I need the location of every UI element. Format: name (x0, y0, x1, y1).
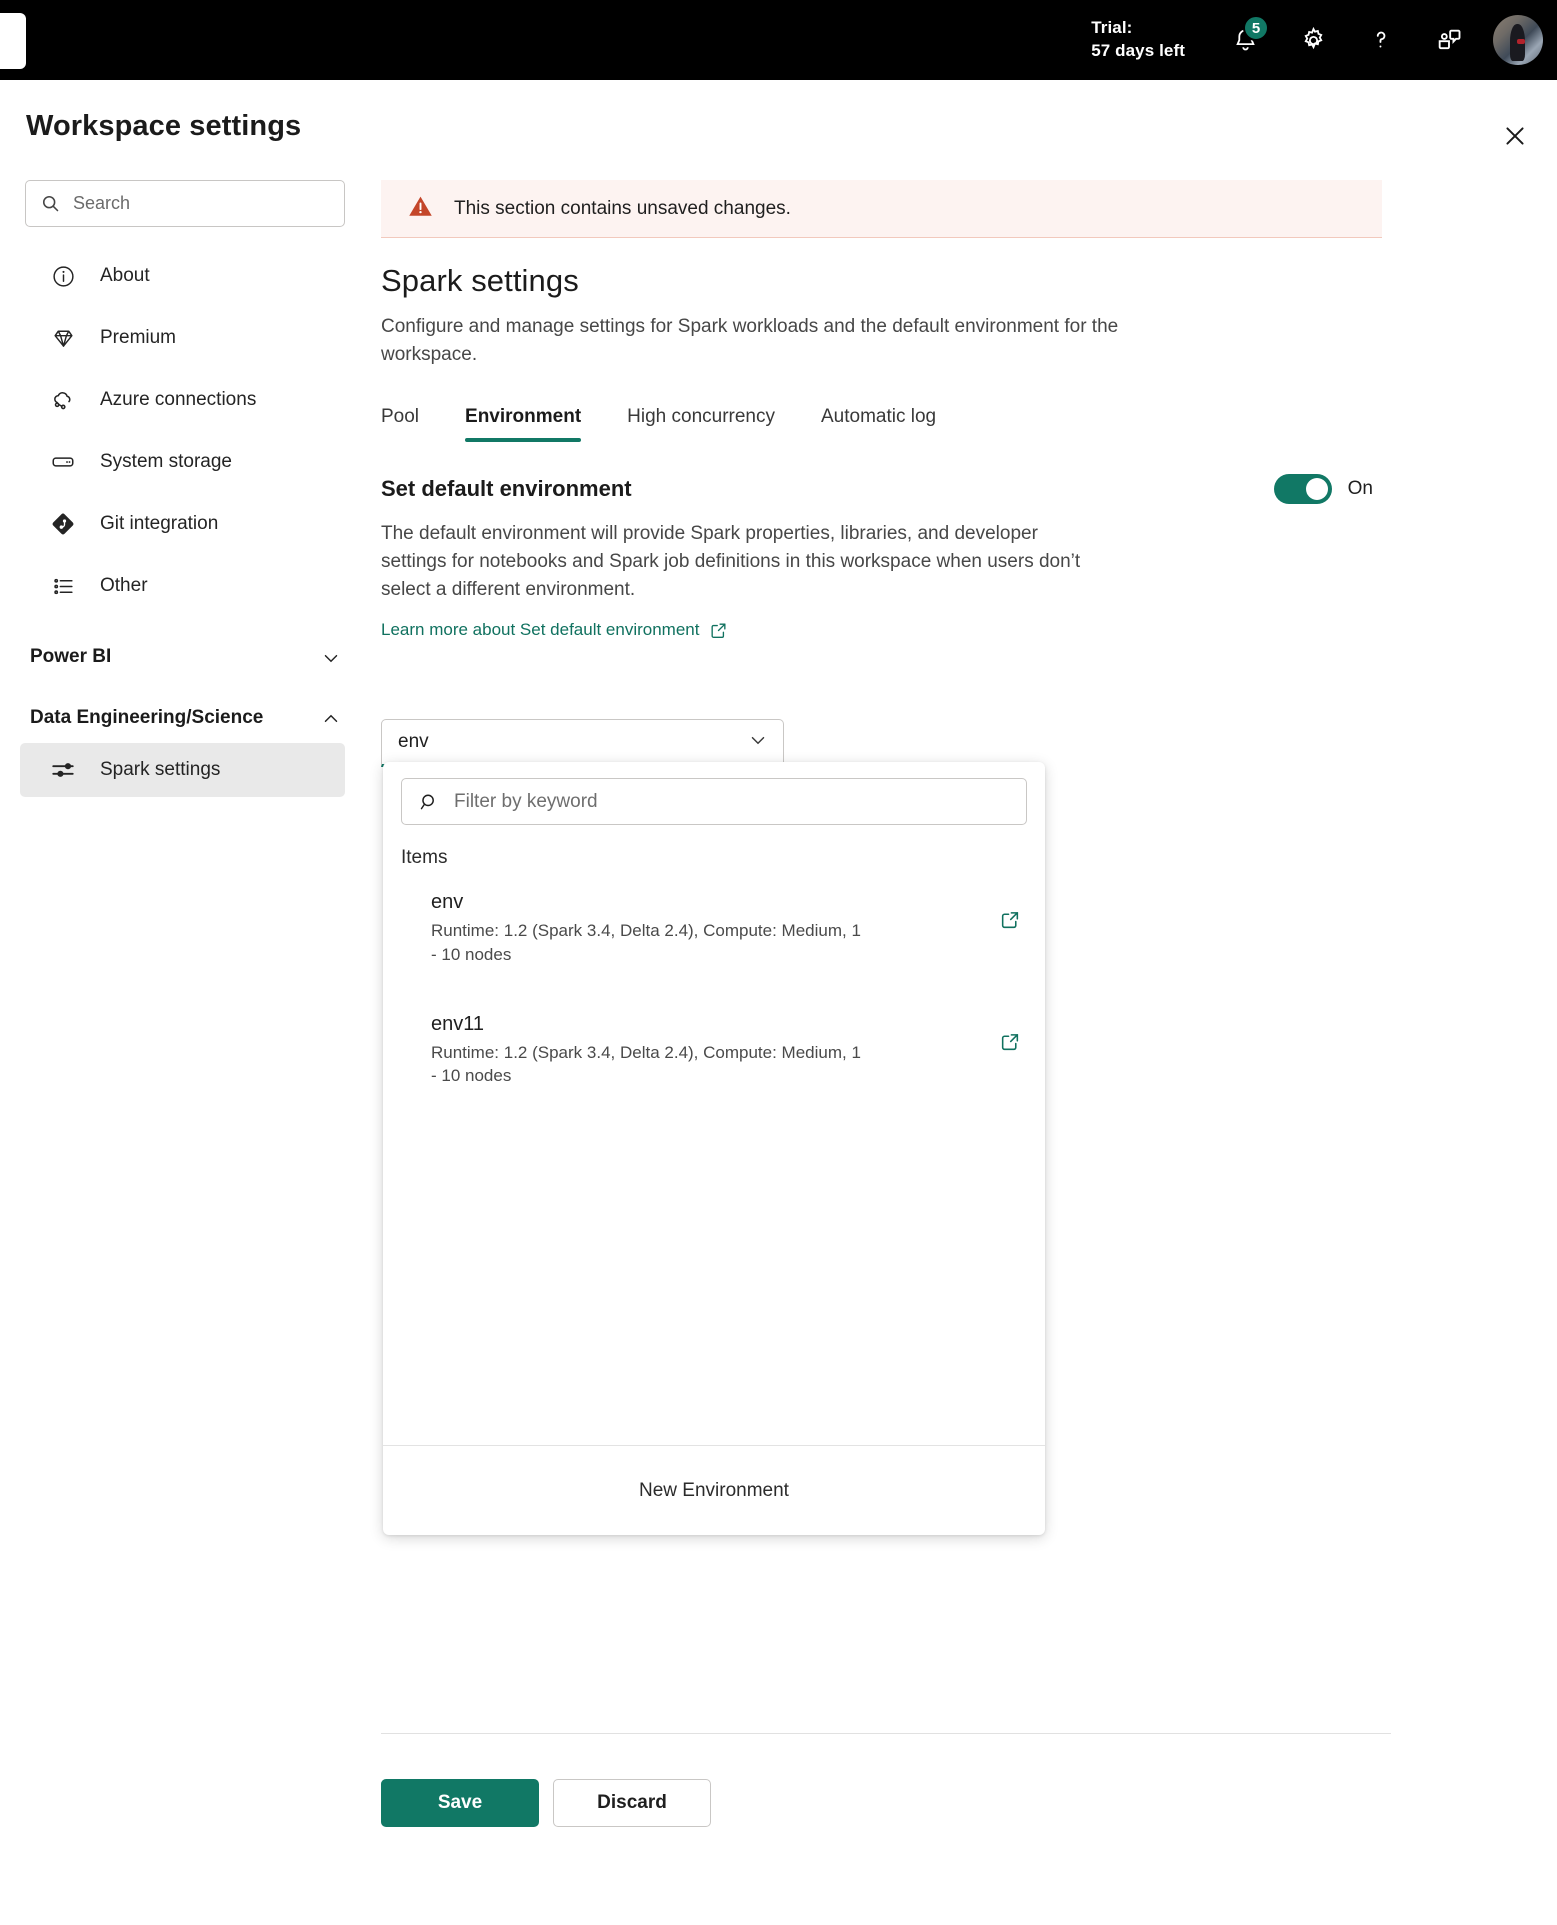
sidebar-item-premium[interactable]: Premium (20, 311, 345, 365)
trial-days-left: 57 days left (1091, 41, 1185, 60)
external-link-icon (709, 621, 728, 640)
sliders-icon (48, 757, 78, 783)
storage-icon (48, 449, 78, 475)
settings-main-panel: This section contains unsaved changes. S… (381, 180, 1391, 640)
tab-pool[interactable]: Pool (381, 406, 419, 442)
section-description: Configure and manage settings for Spark … (381, 316, 1119, 365)
combobox-value: env (398, 731, 429, 752)
app-launcher-notch (0, 13, 26, 69)
learn-more-label: Learn more about Set default environment (381, 620, 700, 640)
warning-triangle-icon (407, 193, 434, 225)
sidebar-group-power-bi[interactable]: Power BI (0, 643, 370, 674)
chevron-down-icon (747, 729, 769, 756)
list-item-name: env (431, 891, 464, 913)
learn-more-link[interactable]: Learn more about Set default environment (381, 620, 728, 640)
sidebar-item-label: About (100, 265, 150, 286)
dropdown-item-list: env Runtime: 1.2 (Spark 3.4, Delta 2.4),… (383, 869, 1045, 1445)
list-item-meta: Runtime: 1.2 (Spark 3.4, Delta 2.4), Com… (431, 921, 861, 964)
settings-button[interactable] (1287, 14, 1339, 66)
sidebar-item-about[interactable]: About (20, 249, 345, 303)
settings-tabs: Pool Environment High concurrency Automa… (381, 406, 1391, 443)
toggle-knob (1305, 478, 1328, 501)
sidebar-item-git-integration[interactable]: Git integration (20, 497, 345, 551)
setting-description: The default environment will provide Spa… (381, 523, 1081, 601)
environment-combobox[interactable]: env (381, 719, 784, 767)
set-default-environment-row: Set default environment On (381, 474, 1391, 505)
trial-status: Trial: 57 days left (1091, 17, 1185, 63)
info-circle-icon (48, 264, 78, 289)
gear-icon (1303, 26, 1323, 49)
sidebar-group-label: Power BI (30, 646, 112, 667)
set-default-environment-toggle[interactable]: On (1273, 474, 1373, 505)
help-button[interactable] (1355, 14, 1407, 66)
sidebar-item-label: Git integration (100, 513, 219, 534)
toggle-state-label: On (1347, 478, 1373, 500)
top-navigation-bar: Trial: 57 days left 5 (0, 0, 1557, 80)
sidebar-item-label: Other (100, 575, 148, 596)
question-mark-icon (1376, 31, 1386, 48)
diamond-icon (48, 326, 78, 351)
dropdown-filter-input[interactable] (454, 790, 1010, 813)
search-box[interactable] (25, 180, 345, 227)
list-item-text: env Runtime: 1.2 (Spark 3.4, Delta 2.4),… (431, 891, 999, 967)
avatar[interactable] (1493, 15, 1543, 65)
page-title: Workspace settings (26, 110, 302, 142)
dropdown-filter-box[interactable] (401, 778, 1027, 825)
chevron-down-icon (320, 647, 342, 674)
notification-count-badge: 5 (1243, 15, 1269, 41)
sidebar-item-label: Spark settings (100, 759, 221, 780)
toggle-switch[interactable] (1273, 474, 1332, 505)
list-item-text: env11 Runtime: 1.2 (Spark 3.4, Delta 2.4… (431, 1013, 999, 1089)
footer-actions: Save Discard (381, 1779, 711, 1827)
sidebar-group-data-engineering-science[interactable]: Data Engineering/Science (0, 704, 370, 735)
sidebar-item-label: Azure connections (100, 389, 257, 410)
list-item-name: env11 (431, 1012, 485, 1035)
new-environment-label: New Environment (639, 1479, 789, 1501)
list-icon (48, 574, 78, 599)
open-in-new-window-icon[interactable] (999, 1031, 1021, 1058)
section-title: Spark settings (381, 263, 579, 298)
open-in-new-window-icon[interactable] (999, 909, 1021, 936)
sidebar-group-label: Data Engineering/Science (30, 707, 264, 728)
footer-divider (381, 1733, 1391, 1734)
tab-high-concurrency[interactable]: High concurrency (627, 406, 775, 442)
banner-text: This section contains unsaved changes. (454, 197, 791, 219)
feedback-chat-icon (1438, 29, 1461, 50)
close-button[interactable] (1491, 112, 1539, 160)
search-icon (40, 193, 61, 214)
trial-label: Trial: (1091, 18, 1133, 38)
search-input[interactable] (73, 193, 330, 214)
settings-sidebar: About Premium Azure co (0, 180, 370, 805)
sidebar-item-label: Premium (100, 327, 177, 348)
tab-environment[interactable]: Environment (465, 406, 582, 443)
sidebar-item-azure-connections[interactable]: Azure connections (20, 373, 345, 427)
sidebar-item-label: System storage (100, 451, 232, 472)
new-environment-button[interactable]: New Environment (383, 1445, 1045, 1535)
list-item[interactable]: env11 Runtime: 1.2 (Spark 3.4, Delta 2.4… (383, 1001, 1045, 1101)
sidebar-item-system-storage[interactable]: System storage (20, 435, 345, 489)
sidebar-item-other[interactable]: Other (20, 559, 345, 613)
tab-automatic-log[interactable]: Automatic log (821, 406, 936, 442)
sidebar-nav: About Premium Azure connections System s… (0, 249, 370, 797)
dropdown-group-label: Items (401, 847, 448, 868)
list-item-meta: Runtime: 1.2 (Spark 3.4, Delta 2.4), Com… (431, 1042, 861, 1086)
discard-button[interactable]: Discard (553, 1779, 711, 1827)
cloud-link-icon (48, 387, 78, 413)
environment-dropdown-panel: Items env Runtime: 1.2 (Spark 3.4, Delta… (383, 762, 1045, 1535)
sidebar-item-spark-settings[interactable]: Spark settings (20, 743, 345, 797)
notifications-button[interactable]: 5 (1219, 14, 1271, 66)
feedback-button[interactable] (1423, 14, 1475, 66)
chevron-up-icon (320, 708, 342, 735)
workspace-settings-page: Trial: 57 days left 5 Workspace settings… (0, 0, 1557, 1925)
search-icon (418, 791, 440, 813)
list-item[interactable]: env Runtime: 1.2 (Spark 3.4, Delta 2.4),… (383, 879, 1045, 979)
git-icon (48, 511, 78, 537)
save-button[interactable]: Save (381, 1779, 539, 1827)
unsaved-changes-banner: This section contains unsaved changes. (381, 180, 1382, 238)
setting-title: Set default environment (381, 476, 632, 502)
close-icon (1506, 127, 1524, 145)
